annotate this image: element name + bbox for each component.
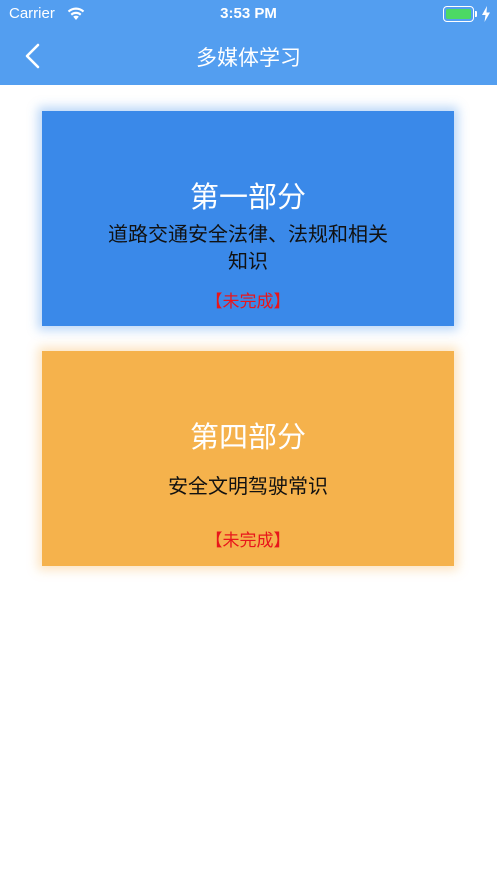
completion-status: 【未完成】 bbox=[205, 292, 291, 312]
status-time: 3:53 PM bbox=[220, 5, 277, 22]
battery-fill bbox=[446, 9, 471, 19]
card-title: 第一部分 bbox=[189, 180, 306, 214]
battery-icon bbox=[443, 6, 474, 22]
card-subtitle: 道路交通安全法律、法规和相关知识 bbox=[108, 222, 388, 273]
battery-cap bbox=[475, 11, 477, 17]
app-header: Carrier 3:53 PM 多媒体学习 bbox=[0, 0, 497, 85]
charging-bolt-icon bbox=[482, 6, 490, 22]
part-four-card[interactable]: 第四部分 安全文明驾驶常识 【未完成】 bbox=[42, 351, 454, 566]
page-title: 多媒体学习 bbox=[196, 46, 301, 70]
navigation-bar: 多媒体学习 bbox=[0, 28, 497, 85]
card-subtitle: 安全文明驾驶常识 bbox=[168, 474, 328, 498]
completion-status: 【未完成】 bbox=[205, 531, 291, 551]
card-title: 第四部分 bbox=[189, 420, 306, 454]
part-one-card[interactable]: 第一部分 道路交通安全法律、法规和相关知识 【未完成】 bbox=[42, 111, 454, 326]
status-bar: Carrier 3:53 PM bbox=[0, 0, 497, 28]
